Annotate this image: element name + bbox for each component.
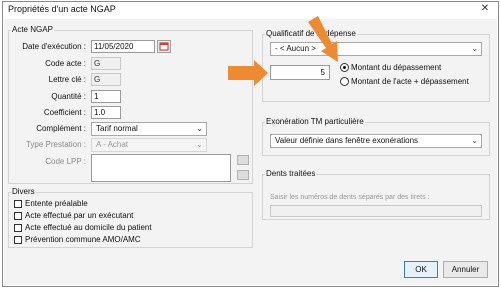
annotation-arrow-left bbox=[228, 60, 268, 86]
annotation-arrow-down bbox=[308, 16, 338, 62]
annotation-overlay bbox=[228, 16, 338, 86]
